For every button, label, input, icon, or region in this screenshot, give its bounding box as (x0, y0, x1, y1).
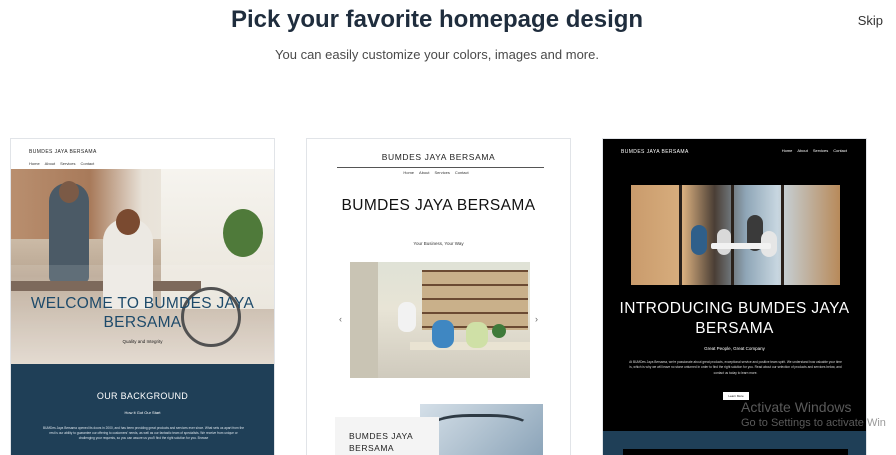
page-title: Pick your favorite homepage design (230, 6, 644, 33)
template-2-hero-tagline: Your Business, Your Way (413, 241, 464, 246)
template-3-nav-item: Home (781, 148, 793, 153)
template-2-hero-title: BUMDES JAYA BERSAMA (341, 197, 536, 214)
template-3-hero-text: At BUMDes Jaya Bersama, we're passionate… (629, 360, 842, 375)
chevron-right-icon[interactable]: › (535, 314, 538, 324)
template-2-nav-item: Services (434, 170, 450, 175)
template-3-hero-tagline: Great People, Great Company (704, 346, 765, 351)
template-1-nav: Home About Services Contact (29, 161, 99, 166)
chevron-left-icon[interactable]: ‹ (339, 314, 342, 324)
template-3-nav: Home About Services Contact (782, 148, 852, 153)
template-1-background-section: OUR BACKGROUND How it Got Our Start BUMD… (11, 364, 274, 455)
template-3-nav-item: Contact (833, 148, 847, 153)
template-2-nav-item: About (419, 170, 430, 175)
template-3-hero-image (631, 185, 840, 285)
template-1-section-title: OUR BACKGROUND (96, 391, 189, 401)
template-1-hero-image: WELCOME TO BUMDES JAYA BERSAMA Quality a… (11, 169, 274, 364)
template-1-nav-item: Home (29, 161, 40, 166)
template-2-lower-card: BUMDES JAYA BERSAMA (335, 417, 439, 455)
template-2-brand: BUMDES JAYA BERSAMA (381, 152, 496, 162)
template-2-nav: Home About Services Contact (307, 170, 570, 175)
template-3-nav-item: About (797, 148, 808, 153)
template-2-lower-title: BUMDES JAYA BERSAMA (349, 431, 413, 453)
template-picker-page: Pick your favorite homepage design You c… (0, 0, 896, 455)
template-2-nav-item: Contact (454, 170, 469, 175)
template-2-gallery-image (350, 262, 530, 378)
activate-windows-watermark: Activate Windows Go to Settings to activ… (741, 399, 886, 429)
template-2-nav-item: Home (403, 170, 415, 175)
template-1-nav-item: Services (60, 161, 76, 166)
template-1-header: BUMDES JAYA BERSAMA Home About Services Con… (11, 139, 274, 169)
template-1-section-text: BUMDes Jaya Bersama opened its doors in … (42, 426, 245, 441)
template-3-nav-item: Services (812, 148, 829, 153)
page-subtitle: You can easily customize your colors, im… (275, 47, 599, 62)
template-1-brand: BUMDES JAYA BERSAMA (29, 149, 97, 155)
template-1-nav-item: Contact (80, 161, 95, 166)
template-1-hero-tagline: Quality and Integrity (122, 339, 163, 344)
template-3-hero-title: INTRODUCING BUMDES JAYA BERSAMA (619, 300, 850, 337)
template-3-lower-section (603, 431, 866, 455)
template-1-hero-title: WELCOME TO BUMDES JAYA BERSAMA (30, 295, 255, 331)
watermark-line-2: Go to Settings to activate Win (741, 417, 886, 429)
skip-button[interactable]: Skip (858, 13, 883, 28)
template-1-nav-item: About (44, 161, 56, 166)
template-card-2[interactable]: BUMDES JAYA BERSAMA Home About Services Con… (306, 138, 571, 455)
template-3-brand: BUMDES JAYA BERSAMA (621, 149, 689, 155)
template-1-section-subtitle: How it Got Our Start (124, 410, 161, 415)
template-card-1[interactable]: BUMDES JAYA BERSAMA Home About Services Con… (10, 138, 275, 455)
template-2-divider (337, 167, 544, 168)
watermark-line-1: Activate Windows (741, 399, 852, 415)
